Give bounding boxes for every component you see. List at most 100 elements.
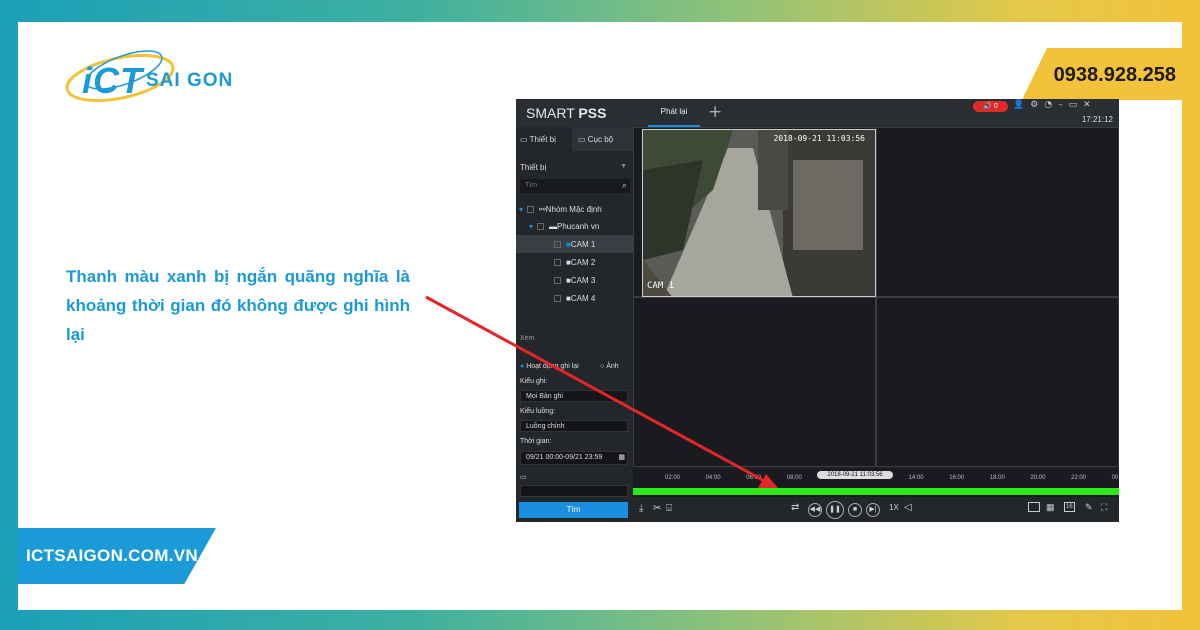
checkbox[interactable] (554, 276, 561, 284)
window-icons: 👤⚙◔–▭✕ (1013, 100, 1097, 110)
logo-ict: iCT (82, 60, 143, 101)
checkbox[interactable] (527, 205, 535, 213)
monitor-icon: ▭ (578, 135, 588, 144)
gear-icon[interactable]: ⚙ (1030, 100, 1044, 110)
phone-number: 0938.928.258 (1053, 64, 1176, 86)
device-header[interactable]: Thiết bị (516, 163, 633, 177)
camera-overlay-label: CAM 1 (647, 281, 675, 291)
checkbox[interactable] (554, 294, 561, 302)
time-range-value: 09/21 00:00-09/21 23:59 (526, 454, 603, 461)
timeline-tick-label: 16:00 (949, 475, 965, 481)
timeline-tick-label: 20:00 (1030, 475, 1046, 481)
search-input[interactable]: Tìm ⌕ (520, 179, 630, 193)
minimize-icon[interactable]: – (1058, 100, 1069, 110)
camera-label: CAM 1 (570, 239, 596, 249)
record-type-value: Mọi Bản ghi (526, 393, 563, 400)
search-icon[interactable]: ⌕ (622, 180, 627, 191)
timeline-tick-label: 02:00 (665, 475, 681, 481)
next-frame-button[interactable]: ▶| (866, 503, 880, 517)
time-range-field[interactable]: 09/21 00:00-09/21 23:59 ▦ (520, 451, 628, 465)
tree-camera-4[interactable]: ■ CAM 4 (516, 289, 633, 307)
checkbox[interactable] (554, 258, 561, 266)
chevron-down-icon: ▼ (620, 163, 627, 170)
tree-camera-1[interactable]: ■ CAM 1 (516, 235, 633, 253)
volume-icon[interactable]: ◁ (904, 502, 912, 513)
tab-local[interactable]: ▭ Cục bộ (578, 127, 613, 151)
website-url[interactable]: ICTSAIGON.COM.VN (26, 546, 198, 566)
group-icon: ⚯ (539, 204, 546, 214)
grid-16-button[interactable]: 16 (1064, 502, 1075, 512)
timeline-tick-label: 00:00 (1111, 475, 1119, 481)
tab-playback[interactable]: Phát lại (648, 99, 700, 127)
smart-pss-window: SMART PSS Phát lại + 🔊 0 👤⚙◔–▭✕ 17:21:12… (516, 99, 1119, 522)
stop-button[interactable]: ■ (848, 503, 862, 517)
timeline-tick-label: 14:00 (908, 475, 924, 481)
tab-device-label: Thiết bị (529, 135, 556, 144)
video-cell-2[interactable] (876, 127, 1119, 297)
maximize-icon[interactable]: ▭ (1069, 100, 1084, 110)
user-icon[interactable]: 👤 (1013, 100, 1030, 110)
speed-label[interactable]: 1X (889, 503, 899, 512)
camera-feed[interactable]: 2018-09-21 11:03:56 CAM 1 (642, 129, 876, 297)
timeline-tick-label: 04:00 (705, 475, 721, 481)
radio-image-label: Ảnh (606, 363, 619, 370)
grid-4-icon[interactable] (1028, 502, 1040, 512)
card-number-field[interactable] (520, 485, 628, 497)
download-icon[interactable]: ⤓ (639, 503, 643, 514)
caption-text: Thanh màu xanh bị ngắn quãng nghĩa là kh… (66, 267, 410, 344)
tree-group[interactable]: ▾ ⚯ Nhóm Mặc định (516, 200, 633, 218)
tree-camera-3[interactable]: ■ CAM 3 (516, 271, 633, 289)
speaker-icon: 🔊 (983, 103, 994, 110)
alarm-badge[interactable]: 🔊 0 (973, 101, 1008, 112)
alarm-count: 0 (993, 103, 998, 110)
expand-icon: ▾ (529, 221, 534, 231)
checkbox[interactable] (554, 240, 561, 248)
brand-bold: PSS (578, 105, 607, 121)
stream-label: Kiểu luồng: (520, 408, 556, 415)
find-button[interactable]: Tìm (519, 502, 628, 518)
calendar-icon[interactable]: ▦ (618, 453, 625, 461)
camera-timestamp: 2018-09-21 11:03:56 (773, 134, 865, 143)
logo: iCT SAI GON (60, 40, 260, 110)
timeline-tick-label: 06:00 (746, 475, 762, 481)
video-cell-4[interactable] (876, 297, 1119, 467)
tree-device[interactable]: ▾ ▬ Phucanh vn (516, 217, 633, 235)
tab-local-label: Cục bộ (587, 135, 614, 144)
gauge-icon[interactable]: ◔ (1044, 100, 1058, 110)
grid-9-icon[interactable]: ▦ (1046, 502, 1055, 513)
radio-record-label: Hoạt động ghi lại (526, 363, 579, 370)
expand-icon: ▾ (519, 204, 524, 214)
clip-icon[interactable]: ✂ (653, 503, 661, 514)
recorder-icon: ▬ (549, 221, 558, 231)
snapshot-icon[interactable]: ⌺ (666, 503, 672, 514)
camera-label: CAM 3 (570, 275, 596, 285)
camera-label: CAM 2 (570, 257, 596, 267)
timeline-cursor[interactable]: 2018-09-21 11:03:56 (817, 471, 893, 479)
stream-select[interactable]: Luồng chính (520, 420, 628, 432)
video-cell-3[interactable] (633, 297, 876, 467)
edit-icon[interactable]: ✎ (1085, 502, 1093, 513)
record-type-label: Kiểu ghi: (520, 378, 548, 385)
logo-saigon: SAI GON (146, 70, 234, 91)
recording-bar[interactable] (633, 488, 1119, 495)
tab-device[interactable]: ▭ Thiết bị (516, 127, 572, 151)
sync-icon[interactable]: ⇄ (791, 502, 799, 513)
tree-camera-2[interactable]: ■ CAM 2 (516, 253, 633, 271)
rewind-button[interactable]: ◀◀ (808, 503, 822, 517)
fullscreen-icon[interactable]: ⛶ (1101, 502, 1107, 513)
pause-button[interactable]: ❚❚ (826, 501, 844, 519)
camera-label: CAM 4 (570, 293, 596, 303)
app-brand: SMART PSS (526, 105, 606, 121)
camera-image (643, 130, 875, 296)
close-icon[interactable]: ✕ (1083, 100, 1097, 110)
add-tab-button[interactable]: + (708, 102, 722, 122)
device-label: Phucanh vn (557, 221, 600, 231)
timeline-tick-label: 08:00 (786, 475, 802, 481)
device-icon: ▭ (520, 135, 530, 144)
view-section[interactable]: Xem (520, 335, 534, 342)
radio-image[interactable]: ○ Ảnh (600, 363, 619, 370)
radio-record[interactable]: ● Hoạt động ghi lại (520, 363, 579, 370)
checkbox[interactable] (537, 222, 545, 230)
timeline-tick-label: 22:00 (1071, 475, 1087, 481)
record-type-select[interactable]: Mọi Bản ghi (520, 390, 628, 402)
